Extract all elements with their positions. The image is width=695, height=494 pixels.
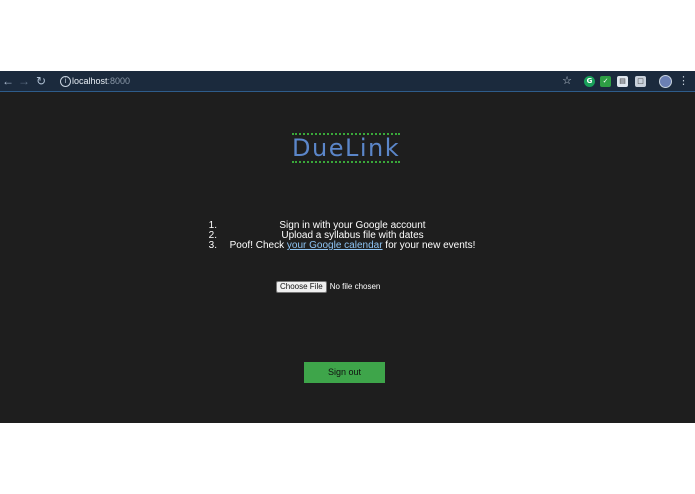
url-text: localhost:8000	[72, 75, 130, 88]
browser-toolbar: ← → ↻ i localhost:8000 ☆ G ✓ ▤ □ ⋮	[0, 71, 695, 92]
url-port: :8000	[107, 76, 131, 86]
document-extension-icon[interactable]: □	[635, 76, 646, 87]
arrow-right-icon: →	[18, 74, 30, 88]
menu-kebab-icon[interactable]: ⋮	[678, 73, 689, 89]
back-button[interactable]: ←	[0, 73, 16, 89]
forward-button[interactable]: →	[16, 73, 32, 89]
browser-window: ← → ↻ i localhost:8000 ☆ G ✓ ▤ □ ⋮ DueLi…	[0, 71, 695, 423]
list-item: 3. Poof! Check your Google calendar for …	[205, 241, 500, 251]
checkmark-extension-icon[interactable]: ✓	[600, 76, 611, 87]
grammarly-extension-icon[interactable]: G	[584, 76, 595, 87]
reload-button[interactable]: ↻	[33, 73, 49, 89]
instructions-list: 1. Sign in with your Google account 2. U…	[205, 221, 500, 251]
step-text-pre: Poof! Check	[229, 240, 287, 251]
reload-icon: ↻	[35, 74, 47, 88]
step-text-post: for your new events!	[382, 240, 476, 251]
arrow-left-icon: ←	[2, 74, 14, 88]
file-input: Choose File No file chosen	[276, 281, 380, 293]
address-bar[interactable]: i localhost:8000	[56, 74, 576, 89]
url-host: localhost	[72, 76, 108, 86]
google-calendar-link[interactable]: your Google calendar	[287, 240, 383, 251]
bookmark-star-icon[interactable]: ☆	[561, 74, 573, 88]
app-logo: DueLink	[292, 133, 401, 163]
sign-out-button[interactable]: Sign out	[304, 362, 385, 383]
chart-extension-icon[interactable]: ▤	[617, 76, 628, 87]
profile-avatar-icon[interactable]	[659, 75, 672, 88]
choose-file-button[interactable]: Choose File	[276, 281, 327, 293]
info-icon: i	[60, 76, 71, 87]
step-number: 3.	[208, 240, 217, 251]
file-status: No file chosen	[329, 282, 381, 291]
